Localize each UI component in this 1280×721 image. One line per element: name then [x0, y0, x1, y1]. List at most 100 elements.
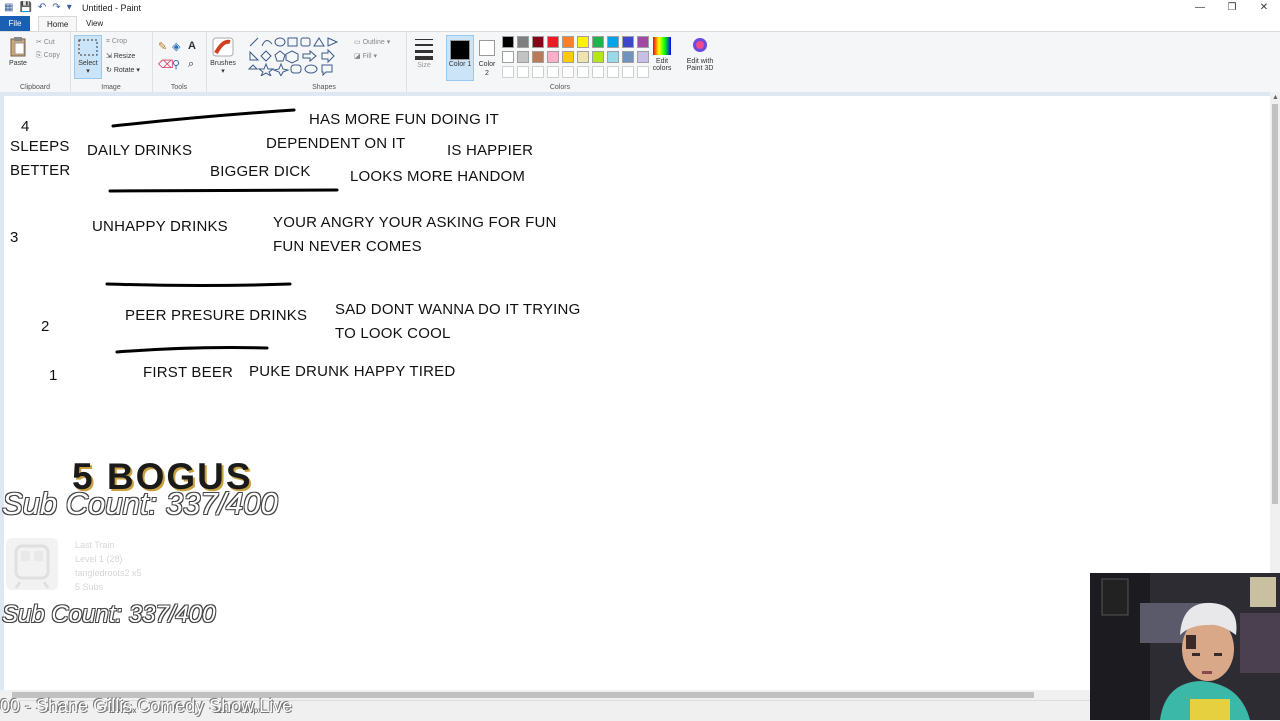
color2-swatch [479, 40, 495, 56]
paint3d-button[interactable]: Edit with Paint 3D [682, 36, 718, 72]
color2-button[interactable]: Color 2 [476, 36, 498, 78]
window-title: Untitled - Paint [82, 3, 142, 13]
paste-label: Paste [9, 60, 27, 67]
palette-swatch[interactable] [547, 51, 559, 63]
crop-icon: ⌗ [106, 38, 110, 45]
select-button[interactable]: Select ▾ [74, 35, 102, 79]
crop-label: Crop [111, 38, 128, 45]
sub-count-overlay-large: Sub Count: 337/400 [2, 486, 278, 521]
selection-icon [78, 39, 98, 56]
palette-swatch[interactable] [637, 36, 649, 48]
palette-swatch[interactable] [502, 36, 514, 48]
magnifier-icon[interactable]: ⌕ [188, 58, 194, 71]
copy-button[interactable]: ⎘ Copy [36, 52, 60, 60]
color1-swatch [450, 40, 470, 60]
custom-color-slot[interactable] [532, 66, 544, 78]
custom-color-slot[interactable] [622, 66, 634, 78]
stream-ticker: 00 - Shane Gillis Comedy Show Live [0, 696, 293, 716]
scroll-up-icon[interactable]: ▲ [1272, 94, 1279, 101]
cut-label: Cut [43, 39, 55, 46]
palette-swatch[interactable] [547, 36, 559, 48]
outline-label: Outline [362, 39, 385, 46]
text-tool-icon[interactable]: A [188, 40, 196, 52]
alert-line: Last Train [75, 540, 115, 550]
minimize-button[interactable]: — [1184, 0, 1216, 16]
color1-button[interactable]: Color 1 [446, 35, 474, 81]
palette-swatch[interactable] [532, 36, 544, 48]
tab-home[interactable]: Home [38, 16, 78, 31]
select-dropdown-icon[interactable]: ▾ [75, 67, 101, 75]
tab-view[interactable]: View [78, 16, 111, 31]
crop-button[interactable]: ⌗ Crop [106, 38, 127, 46]
cut-button[interactable]: ✂ Cut [36, 38, 55, 46]
palette-swatch[interactable] [607, 51, 619, 63]
shapes-group-label: Shapes [312, 84, 336, 91]
rotate-button[interactable]: ↻ Rotate ▾ [106, 66, 140, 74]
custom-color-slot[interactable] [502, 66, 514, 78]
save-icon[interactable]: 💾 [19, 3, 31, 13]
palette-swatch[interactable] [517, 51, 529, 63]
vertical-scroll-thumb[interactable] [1272, 104, 1278, 504]
brushes-dropdown-icon[interactable]: ▾ [208, 67, 238, 75]
train-shape [14, 544, 50, 589]
rotate-icon: ↻ [106, 67, 112, 74]
color2-label: Color 2 [478, 61, 496, 77]
palette-swatch[interactable] [577, 51, 589, 63]
tab-file[interactable]: File [0, 16, 30, 31]
copy-label: Copy [43, 52, 60, 59]
text-has-more-fun: HAS MORE FUN DOING IT [309, 111, 500, 128]
text-angry-2: FUN NEVER COMES [273, 238, 422, 255]
restore-button[interactable]: ❐ [1216, 0, 1248, 16]
palette-swatch[interactable] [622, 36, 634, 48]
size-button[interactable]: Size [410, 36, 438, 69]
streamer-webcam-image [1090, 573, 1280, 720]
pencil-icon[interactable]: ✎ [158, 40, 167, 53]
palette-swatch[interactable] [592, 36, 604, 48]
line-size-icon [415, 39, 433, 60]
sub-alert-overlay: Last Train Level 1 (28) tangledroots2 x5… [6, 538, 176, 594]
custom-color-slot[interactable] [517, 66, 529, 78]
level-number-3: 3 [10, 229, 19, 246]
stroke-line-3 [105, 282, 292, 287]
shapes-gallery[interactable] [248, 36, 348, 76]
custom-color-slot[interactable] [562, 66, 574, 78]
palette-swatch[interactable] [502, 51, 514, 63]
palette-swatch[interactable] [637, 51, 649, 63]
fill-button[interactable]: ◪ Fill ▾ [354, 52, 377, 60]
outline-button[interactable]: ▭ Outline ▾ [354, 38, 390, 46]
palette-swatch[interactable] [562, 36, 574, 48]
color-picker-icon[interactable]: ⚲ [172, 58, 180, 71]
close-button[interactable]: ✕ [1248, 0, 1280, 16]
undo-icon[interactable]: ↶ [38, 3, 46, 13]
palette-swatch[interactable] [577, 36, 589, 48]
fill-bucket-icon[interactable]: ◈ [172, 40, 180, 53]
custom-color-slot[interactable] [637, 66, 649, 78]
brushes-label: Brushes [210, 60, 236, 67]
text-first-beer: FIRST BEER [143, 364, 234, 381]
shapes-group: ▭ Outline ▾ ◪ Fill ▾ Shapes [242, 32, 407, 93]
paint3d-label: Edit with Paint 3D [686, 58, 714, 72]
custom-color-slot[interactable] [607, 66, 619, 78]
palette-swatch[interactable] [517, 36, 529, 48]
text-dependent: DEPENDENT ON IT [266, 135, 406, 152]
custom-color-slot[interactable] [547, 66, 559, 78]
colors-group-label: Colors [549, 84, 571, 91]
custom-color-slot[interactable] [577, 66, 589, 78]
palette-swatch[interactable] [592, 51, 604, 63]
edit-colors-button[interactable]: Edit colors [650, 36, 674, 72]
level-number-1: 1 [49, 367, 58, 384]
palette-swatch[interactable] [622, 51, 634, 63]
text-angry-1: YOUR ANGRY YOUR ASKING FOR FUN [273, 214, 557, 231]
palette-swatch[interactable] [607, 36, 619, 48]
palette-swatch[interactable] [562, 51, 574, 63]
clipboard-group-label: Clipboard [20, 84, 50, 91]
resize-label: Resize [113, 53, 136, 60]
customize-toolbar-icon[interactable]: ▾ [67, 3, 72, 13]
custom-color-slot[interactable] [592, 66, 604, 78]
resize-button[interactable]: ⇲ Resize [106, 52, 135, 60]
redo-icon[interactable]: ↷ [52, 3, 60, 13]
paste-button[interactable]: Paste [6, 36, 30, 67]
brushes-button[interactable]: Brushes ▾ [208, 36, 238, 75]
palette-swatch[interactable] [532, 51, 544, 63]
quick-access-toolbar: ▦ 💾 ↶ ↷ ▾ [4, 3, 72, 13]
